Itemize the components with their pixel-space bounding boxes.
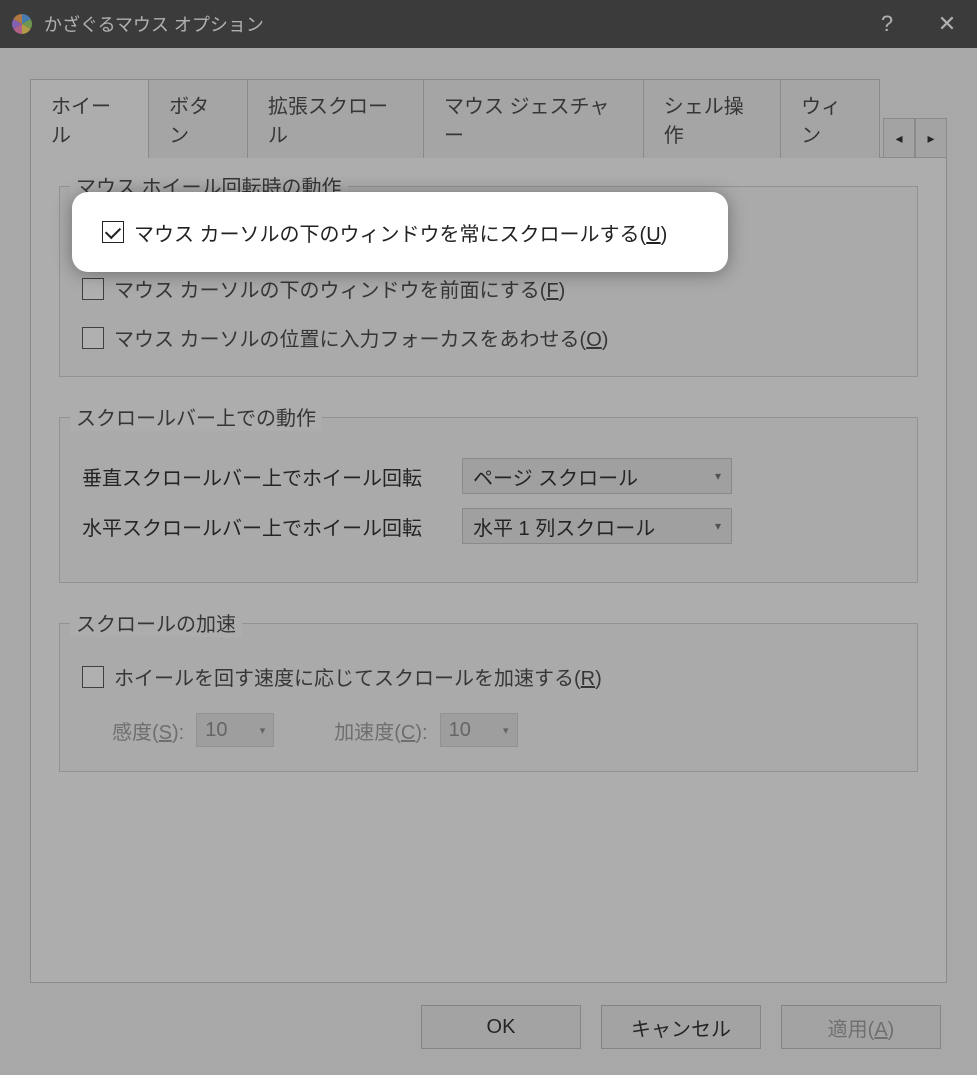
accel-key: C xyxy=(401,722,415,744)
label-text: ) xyxy=(559,280,566,302)
cancel-button[interactable]: キャンセル xyxy=(601,1005,761,1049)
accel-key: R xyxy=(581,668,595,690)
row-horizontal-scrollbar: 水平スクロールバー上でホイール回転 水平 1 列スクロール ▾ xyxy=(82,508,895,544)
button-label: OK xyxy=(487,1016,516,1039)
checkbox-bring-to-front[interactable]: マウス カーソルの下のウィンドウを前面にする(F) xyxy=(82,274,895,303)
tab-label: ホイール xyxy=(51,96,111,147)
checkbox-label: マウス カーソルの下のウィンドウを常にスクロールする(U) xyxy=(134,218,667,247)
label-text: ): xyxy=(172,722,184,744)
accel-key: A xyxy=(874,1019,887,1041)
highlight-callout: マウス カーソルの下のウィンドウを常にスクロールする(U) xyxy=(72,192,728,272)
tabpage-wheel: マウス ホイール回転時の動作 マウス カーソルの下のウィンドウを常にスクロールす… xyxy=(30,157,947,983)
tab-ext-scroll[interactable]: 拡張スクロール xyxy=(247,79,424,158)
tab-button[interactable]: ボタン xyxy=(148,79,248,158)
label-text: ホイールを回す速度に応じてスクロールを加速する( xyxy=(114,668,581,690)
tab-label: マウス ジェスチャー xyxy=(444,96,609,147)
close-icon: ✕ xyxy=(938,11,956,37)
label-text: 加速度( xyxy=(334,722,401,744)
dropdown-horizontal-scroll[interactable]: 水平 1 列スクロール ▾ xyxy=(462,508,732,544)
accel-key: O xyxy=(586,329,602,351)
label-text: マウス カーソルの下のウィンドウを常にスクロールする( xyxy=(134,224,646,246)
window-title: かざぐるマウス オプション xyxy=(44,11,264,37)
dropdown-value: 10 xyxy=(449,719,471,742)
tab-scroll-buttons: ◂ ▸ xyxy=(883,117,947,157)
chevron-down-icon: ▾ xyxy=(715,519,721,533)
button-label: 適用(A) xyxy=(828,1013,895,1042)
form-label: 垂直スクロールバー上でホイール回転 xyxy=(82,462,462,491)
group-scroll-accel: スクロールの加速 ホイールを回す速度に応じてスクロールを加速する(R) 感度(S… xyxy=(59,623,918,772)
help-button[interactable]: ? xyxy=(857,0,917,48)
tab-scroll-left[interactable]: ◂ xyxy=(883,118,915,158)
dropdown-value: 水平 1 列スクロール xyxy=(473,512,655,541)
dialog-footer: OK キャンセル 適用(A) xyxy=(30,983,947,1055)
chevron-down-icon: ▾ xyxy=(260,724,266,737)
close-button[interactable]: ✕ xyxy=(917,0,977,48)
app-icon xyxy=(10,12,34,36)
tab-label: シェル操作 xyxy=(664,96,744,147)
acceleration-dropdown: 10 ▾ xyxy=(440,713,518,747)
checkbox-icon xyxy=(82,666,104,688)
checkbox-label: ホイールを回す速度に応じてスクロールを加速する(R) xyxy=(114,662,602,691)
label-text: ) xyxy=(661,224,668,246)
label-text: ) xyxy=(602,329,609,351)
group-scrollbar-behavior: スクロールバー上での動作 垂直スクロールバー上でホイール回転 ページ スクロール… xyxy=(59,417,918,583)
tab-window[interactable]: ウィン xyxy=(780,79,880,158)
dropdown-vertical-scroll[interactable]: ページ スクロール ▾ xyxy=(462,458,732,494)
chevron-down-icon: ▾ xyxy=(503,724,509,737)
form-label: 水平スクロールバー上でホイール回転 xyxy=(82,512,462,541)
chevron-right-icon: ▸ xyxy=(928,130,935,147)
dropdown-value: 10 xyxy=(205,719,227,742)
tab-shell[interactable]: シェル操作 xyxy=(643,79,781,158)
sensitivity-label: 感度(S): xyxy=(112,716,184,745)
acceleration-label: 加速度(C): xyxy=(334,716,427,745)
tab-scroll-right[interactable]: ▸ xyxy=(915,118,947,158)
accel-params: 感度(S): 10 ▾ 加速度(C): 10 ▾ xyxy=(112,713,895,747)
titlebar: かざぐるマウス オプション ? ✕ xyxy=(0,0,977,48)
group-legend: スクロールの加速 xyxy=(70,608,242,637)
label-text: ): xyxy=(415,722,427,744)
checkbox-icon xyxy=(82,327,104,349)
checkbox-label: マウス カーソルの位置に入力フォーカスをあわせる(O) xyxy=(114,323,608,352)
apply-button[interactable]: 適用(A) xyxy=(781,1005,941,1049)
accel-key: U xyxy=(646,224,660,246)
group-legend: スクロールバー上での動作 xyxy=(70,402,322,431)
button-label: キャンセル xyxy=(631,1013,731,1042)
tab-wheel[interactable]: ホイール xyxy=(30,79,149,158)
row-vertical-scrollbar: 垂直スクロールバー上でホイール回転 ページ スクロール ▾ xyxy=(82,458,895,494)
tab-label: 拡張スクロール xyxy=(268,96,388,147)
help-icon: ? xyxy=(881,11,893,37)
options-dialog: かざぐるマウス オプション ? ✕ ホイール ボタン 拡張スクロール マウス ジ… xyxy=(0,0,977,1075)
label-text: ) xyxy=(888,1019,895,1041)
checkbox-accelerate-scroll[interactable]: ホイールを回す速度に応じてスクロールを加速する(R) xyxy=(82,662,895,691)
sensitivity-dropdown: 10 ▾ xyxy=(196,713,274,747)
chevron-left-icon: ◂ xyxy=(896,130,903,147)
checkbox-icon xyxy=(82,278,104,300)
dropdown-value: ページ スクロール xyxy=(473,462,638,491)
accel-key: F xyxy=(546,280,558,302)
tab-label: ウィン xyxy=(801,96,841,147)
checkbox-focus-under-cursor[interactable]: マウス カーソルの位置に入力フォーカスをあわせる(O) xyxy=(82,323,895,352)
tab-gesture[interactable]: マウス ジェスチャー xyxy=(423,79,644,158)
chevron-down-icon: ▾ xyxy=(715,469,721,483)
label-text: 適用( xyxy=(828,1019,875,1041)
ok-button[interactable]: OK xyxy=(421,1005,581,1049)
checkbox-label: マウス カーソルの下のウィンドウを前面にする(F) xyxy=(114,274,565,303)
tab-label: ボタン xyxy=(169,96,209,147)
tabstrip: ホイール ボタン 拡張スクロール マウス ジェスチャー シェル操作 ウィン ◂ … xyxy=(30,78,947,157)
checkbox-icon xyxy=(102,221,124,243)
label-text: ) xyxy=(595,668,602,690)
label-text: マウス カーソルの下のウィンドウを前面にする( xyxy=(114,280,546,302)
accel-key: S xyxy=(159,722,172,744)
label-text: マウス カーソルの位置に入力フォーカスをあわせる( xyxy=(114,329,586,351)
label-text: 感度( xyxy=(112,722,159,744)
